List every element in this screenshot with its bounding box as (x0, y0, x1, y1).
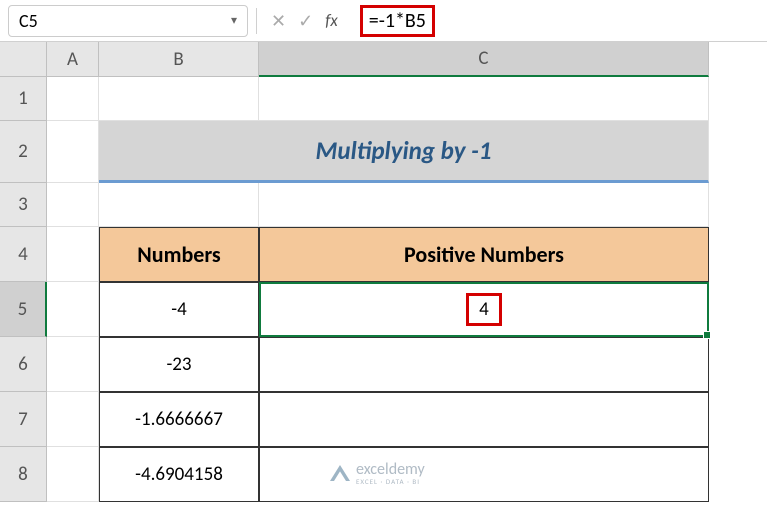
cell-c7[interactable] (259, 392, 709, 447)
cell-b5-value: -4 (171, 298, 186, 321)
cell-b6-value: -23 (166, 353, 191, 376)
cell-a7[interactable] (47, 392, 99, 447)
watermark-tagline: EXCEL · DATA · BI (356, 477, 425, 486)
header-positive-text: Positive Numbers (404, 241, 564, 268)
cell-b6[interactable]: -23 (99, 337, 259, 392)
cell-b5[interactable]: -4 (99, 282, 259, 337)
row-header-4[interactable]: 4 (0, 227, 47, 282)
row-header-8[interactable]: 8 (0, 447, 47, 502)
row-header-6[interactable]: 6 (0, 337, 47, 392)
col-header-c[interactable]: C (259, 42, 709, 77)
title-text: Multiplying by -1 (316, 135, 492, 166)
cell-a6[interactable] (47, 337, 99, 392)
cell-b3[interactable] (99, 183, 259, 227)
cell-b1[interactable] (99, 77, 259, 121)
cell-c5-value: 4 (466, 293, 502, 326)
name-box[interactable]: C5 ▾ (8, 5, 248, 37)
cell-c8[interactable] (259, 447, 709, 502)
cell-b7-value: -1.6666667 (135, 408, 223, 431)
formula-bar-icons: ✕ ✓ fx (265, 10, 344, 32)
formula-input[interactable]: =-1*B5 (352, 5, 759, 37)
col-header-a[interactable]: A (47, 42, 99, 77)
row-header-3[interactable]: 3 (0, 183, 47, 227)
header-positive[interactable]: Positive Numbers (259, 227, 709, 282)
cell-a2[interactable] (47, 121, 99, 183)
cell-a8[interactable] (47, 447, 99, 502)
cell-c1[interactable] (259, 77, 709, 121)
row-header-5[interactable]: 5 (0, 282, 47, 337)
cancel-icon[interactable]: ✕ (271, 10, 286, 32)
divider (256, 8, 257, 34)
watermark: exceldemy EXCEL · DATA · BI (330, 460, 425, 486)
cell-c5[interactable]: 4 (259, 282, 709, 337)
row-headers: 1 2 3 4 5 6 7 8 (0, 77, 47, 502)
row-header-1[interactable]: 1 (0, 77, 47, 121)
watermark-logo-icon (330, 465, 350, 481)
name-box-value: C5 (19, 10, 38, 32)
header-numbers-text: Numbers (137, 241, 220, 268)
cell-b8[interactable]: -4.6904158 (99, 447, 259, 502)
cell-c6[interactable] (259, 337, 709, 392)
enter-icon[interactable]: ✓ (298, 10, 313, 32)
cell-a1[interactable] (47, 77, 99, 121)
row-header-7[interactable]: 7 (0, 392, 47, 447)
cell-a5[interactable] (47, 282, 99, 337)
cell-a4[interactable] (47, 227, 99, 282)
fx-icon[interactable]: fx (325, 10, 338, 31)
cell-a3[interactable] (47, 183, 99, 227)
col-header-b[interactable]: B (99, 42, 259, 77)
row-header-2[interactable]: 2 (0, 121, 47, 183)
spreadsheet: 1 2 3 4 5 6 7 8 A B C (0, 42, 767, 502)
formula-bar: C5 ▾ ✕ ✓ fx =-1*B5 (0, 0, 767, 42)
header-numbers[interactable]: Numbers (99, 227, 259, 282)
column-headers: A B C (47, 42, 767, 77)
cell-c3[interactable] (259, 183, 709, 227)
cell-b7[interactable]: -1.6666667 (99, 392, 259, 447)
cell-b8-value: -4.6904158 (135, 463, 223, 486)
formula-text: =-1*B5 (360, 5, 435, 37)
title-cell[interactable]: Multiplying by -1 (99, 121, 709, 183)
fill-handle[interactable] (703, 331, 711, 339)
name-box-dropdown-icon[interactable]: ▾ (231, 13, 237, 28)
select-all-corner[interactable] (0, 42, 47, 77)
